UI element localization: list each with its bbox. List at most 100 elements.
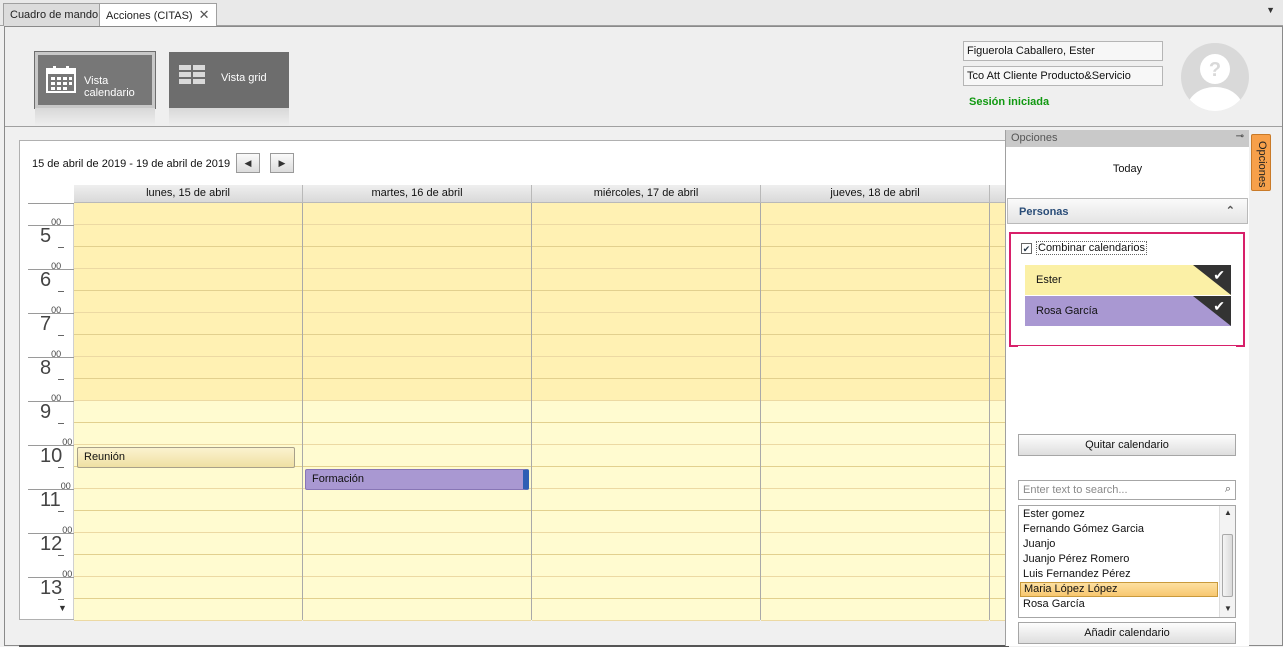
time-slot[interactable] <box>74 599 302 621</box>
time-slot[interactable] <box>303 511 531 533</box>
time-slot[interactable] <box>303 203 531 225</box>
time-slot[interactable] <box>74 247 302 269</box>
time-slot[interactable] <box>303 445 531 467</box>
time-slot[interactable] <box>303 335 531 357</box>
time-slot[interactable] <box>761 357 989 379</box>
time-slot[interactable] <box>303 313 531 335</box>
time-slot[interactable] <box>303 423 531 445</box>
day-header[interactable]: lunes, 15 de abril <box>74 185 303 203</box>
chevron-down-icon[interactable]: ▼ <box>1266 5 1275 15</box>
time-slot[interactable] <box>761 555 989 577</box>
time-slot[interactable] <box>761 423 989 445</box>
time-slot[interactable] <box>74 225 302 247</box>
list-item[interactable]: Rosa García <box>1020 597 1218 612</box>
time-slot[interactable] <box>761 445 989 467</box>
time-slot[interactable] <box>761 533 989 555</box>
persons-section-header[interactable]: Personas ⌃ <box>1007 198 1248 224</box>
collapse-icon[interactable]: ⌃ <box>1226 204 1235 217</box>
time-slot[interactable] <box>532 577 760 599</box>
time-slot[interactable] <box>532 555 760 577</box>
day-column-martes[interactable] <box>303 203 532 621</box>
time-slot[interactable] <box>761 291 989 313</box>
scroll-thumb[interactable] <box>1222 534 1233 597</box>
close-icon[interactable]: ✕ <box>199 4 210 26</box>
time-slot[interactable] <box>303 555 531 577</box>
checkmark-icon[interactable]: ✔ <box>1213 298 1225 315</box>
time-slot[interactable] <box>74 357 302 379</box>
time-slot[interactable] <box>532 423 760 445</box>
list-item[interactable]: Ester gomez <box>1020 507 1218 522</box>
add-calendar-button[interactable]: Añadir calendario <box>1018 622 1236 644</box>
pin-icon[interactable]: ⊸ <box>1236 131 1244 142</box>
today-button[interactable]: Today <box>1006 147 1249 193</box>
time-slot[interactable] <box>532 291 760 313</box>
combine-label[interactable]: Combinar calendarios <box>1036 241 1147 255</box>
time-slot[interactable] <box>532 401 760 423</box>
time-slot[interactable] <box>761 247 989 269</box>
time-slot[interactable] <box>532 489 760 511</box>
time-slot[interactable] <box>303 577 531 599</box>
day-header[interactable]: miércoles, 17 de abril <box>532 185 761 203</box>
time-slot[interactable] <box>74 269 302 291</box>
time-slot[interactable] <box>74 313 302 335</box>
time-slot[interactable] <box>303 599 531 621</box>
time-slot[interactable] <box>74 533 302 555</box>
time-slot[interactable] <box>761 467 989 489</box>
time-slot[interactable] <box>74 203 302 225</box>
time-slot[interactable] <box>532 335 760 357</box>
time-slot[interactable] <box>74 401 302 423</box>
time-slot[interactable] <box>74 555 302 577</box>
calendar-view-button[interactable]: Vista calendario <box>34 51 156 109</box>
time-slot[interactable] <box>761 401 989 423</box>
time-slot[interactable] <box>303 247 531 269</box>
time-slot[interactable] <box>532 247 760 269</box>
time-slot[interactable] <box>74 577 302 599</box>
time-slot[interactable] <box>761 335 989 357</box>
next-week-button[interactable]: ▶ <box>270 153 294 173</box>
time-slot[interactable] <box>303 401 531 423</box>
appointment[interactable]: Formación <box>305 469 529 490</box>
time-slot[interactable] <box>303 291 531 313</box>
remove-calendar-button[interactable]: Quitar calendario <box>1018 434 1236 456</box>
time-slot[interactable] <box>303 357 531 379</box>
time-slot[interactable] <box>74 489 302 511</box>
scroll-down-icon[interactable]: ▼ <box>1224 604 1232 613</box>
combine-checkbox[interactable]: ✔ <box>1021 243 1032 254</box>
person-item[interactable]: Ester ✔ <box>1025 265 1231 295</box>
time-slot[interactable] <box>74 291 302 313</box>
day-column-lunes[interactable] <box>74 203 303 621</box>
search-icon[interactable]: ⌕ <box>1225 483 1231 496</box>
time-slot[interactable] <box>303 379 531 401</box>
person-item[interactable]: Rosa García ✔ <box>1025 296 1231 326</box>
day-column-jueves[interactable] <box>761 203 990 621</box>
time-slot[interactable] <box>761 203 989 225</box>
time-slot[interactable] <box>532 533 760 555</box>
scroll-up-icon[interactable]: ▲ <box>1224 508 1232 517</box>
time-slot[interactable] <box>761 599 989 621</box>
time-slot[interactable] <box>532 511 760 533</box>
checkmark-icon[interactable]: ✔ <box>1213 267 1225 284</box>
time-slot[interactable] <box>74 379 302 401</box>
previous-week-button[interactable]: ◀ <box>236 153 260 173</box>
grid-view-button[interactable]: Vista grid <box>169 52 289 108</box>
time-slot[interactable] <box>532 467 760 489</box>
time-slot[interactable] <box>74 467 302 489</box>
time-slot[interactable] <box>761 511 989 533</box>
time-slot[interactable] <box>74 423 302 445</box>
list-item[interactable]: Fernando Gómez Garcia <box>1020 522 1218 537</box>
time-slot[interactable] <box>303 225 531 247</box>
time-slot[interactable] <box>74 511 302 533</box>
time-slot[interactable] <box>761 313 989 335</box>
time-slot[interactable] <box>532 269 760 291</box>
tab-cuadro-de-mando[interactable]: Cuadro de mando <box>3 3 106 26</box>
tab-acciones-citas[interactable]: Acciones (CITAS) ✕ <box>99 3 217 27</box>
time-slot[interactable] <box>532 313 760 335</box>
time-slot[interactable] <box>532 357 760 379</box>
time-slot[interactable] <box>303 533 531 555</box>
time-slot[interactable] <box>303 269 531 291</box>
time-slot[interactable] <box>532 599 760 621</box>
day-column-miercoles[interactable] <box>532 203 761 621</box>
time-slot[interactable] <box>532 203 760 225</box>
day-header[interactable]: jueves, 18 de abril <box>761 185 990 203</box>
time-slot[interactable] <box>761 379 989 401</box>
